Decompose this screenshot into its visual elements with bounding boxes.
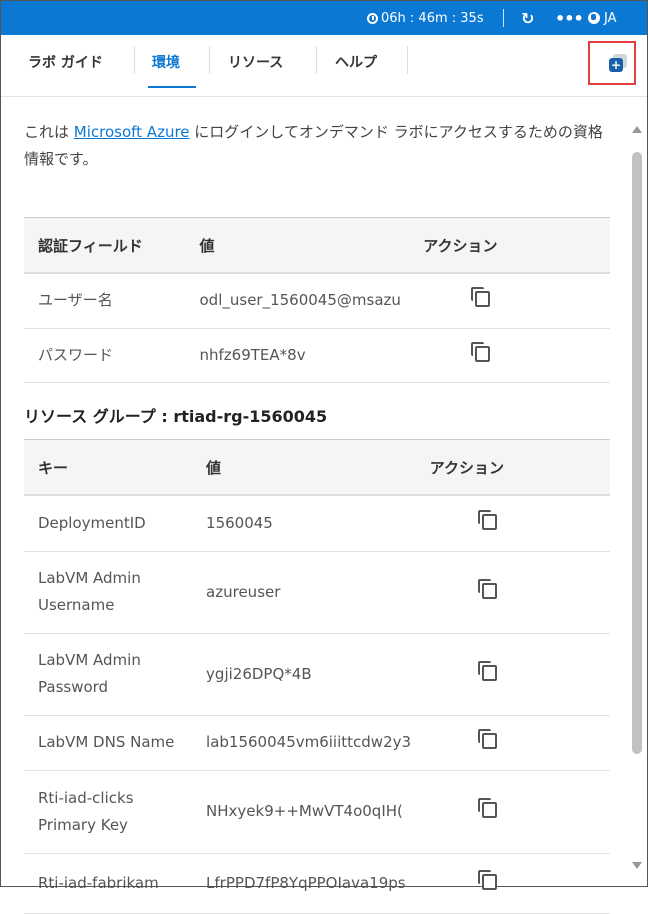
scroll-down-arrow[interactable] xyxy=(632,862,642,869)
table-header-row: 認証フィールド 値 アクション xyxy=(24,217,610,274)
azure-link[interactable]: Microsoft Azure xyxy=(74,123,190,141)
more-options-icon[interactable]: ••• xyxy=(555,1,584,35)
header-value: 値 xyxy=(192,439,416,496)
tab-divider xyxy=(134,46,135,74)
table-row: Rti-iad-fabrikam LfrPPD7fP8YqPPOIava19ps xyxy=(24,853,610,914)
copy-icon[interactable] xyxy=(471,287,491,308)
copy-icon[interactable] xyxy=(477,729,497,749)
scroll-up-arrow[interactable] xyxy=(632,126,642,133)
key-name: Rti-iad-fabrikam xyxy=(24,853,193,914)
table-row: LabVM Admin Password ygji26DPQ*4B xyxy=(24,633,610,716)
header-value: 値 xyxy=(185,217,410,274)
table-row: DeploymentID 1560045 xyxy=(24,495,610,552)
tab-divider xyxy=(407,46,408,74)
table-row: LabVM Admin Username azureuser xyxy=(24,551,610,634)
header-key: キー xyxy=(24,439,193,496)
resource-group-table: キー 値 アクション DeploymentID 1560045 LabVM Ad… xyxy=(24,439,610,914)
tab-divider xyxy=(316,46,317,74)
tab-divider xyxy=(209,46,210,74)
refresh-icon[interactable]: ↻ xyxy=(521,1,534,35)
tab-bar: ラボ ガイド 環境 リソース ヘルプ xyxy=(1,36,647,97)
clock-icon xyxy=(367,12,378,24)
key-name: DeploymentID xyxy=(24,495,193,552)
resource-group-title: リソース グループ : rtiad-rg-1560045 xyxy=(24,407,328,426)
table-row: ユーザー名 odl_user_1560045@msazu xyxy=(24,273,610,329)
tab-environment[interactable]: 環境 xyxy=(152,36,180,88)
table-row: Rti-iad-clicks Primary Key NHxyek9++MwVT… xyxy=(24,770,610,854)
field-name: パスワード xyxy=(24,328,186,383)
key-value: ygji26DPQ*4B xyxy=(206,664,312,683)
copy-icon[interactable] xyxy=(477,660,497,681)
key-name: LabVM Admin Username xyxy=(24,551,193,634)
field-name: ユーザー名 xyxy=(24,273,186,329)
field-value: odl_user_1560045@msazu xyxy=(199,291,401,310)
copy-icon[interactable] xyxy=(477,578,497,599)
table-row: パスワード nhfz69TEA*8v xyxy=(24,328,610,383)
scrollbar-thumb[interactable] xyxy=(632,152,642,754)
key-value: NHxyek9++MwVT4o0qIH( xyxy=(206,802,403,820)
key-name: LabVM DNS Name xyxy=(24,715,193,771)
credentials-table: 認証フィールド 値 アクション ユーザー名 odl_user_1560045@m… xyxy=(24,217,610,383)
tab-resources[interactable]: リソース xyxy=(228,36,283,88)
active-tab-indicator xyxy=(148,86,196,88)
copy-icon[interactable] xyxy=(477,869,497,890)
copy-icon[interactable] xyxy=(471,341,491,362)
table-row: LabVM DNS Name lab1560045vm6iiittcdw2y3 xyxy=(24,715,610,771)
timer-text: 06h : 46m : 35s xyxy=(381,10,484,26)
key-name: Rti-iad-clicks Primary Key xyxy=(24,770,193,854)
intro-before: これは xyxy=(24,123,74,141)
key-value: 1560045 xyxy=(206,513,273,532)
tab-lab-guide[interactable]: ラボ ガイド xyxy=(28,36,103,88)
header-field: 認証フィールド xyxy=(24,217,186,274)
key-value: LfrPPD7fP8YqPPOIava19ps xyxy=(206,873,406,892)
tab-help[interactable]: ヘルプ xyxy=(335,36,377,88)
intro-text: これは Microsoft Azure にログインしてオンデマンド ラボにアクセ… xyxy=(24,119,614,173)
lab-timer: 06h : 46m : 35s xyxy=(367,1,484,35)
language-selector[interactable]: JA xyxy=(588,1,617,35)
copy-icon[interactable] xyxy=(477,798,497,818)
topbar-divider xyxy=(503,9,504,27)
language-label: JA xyxy=(604,10,617,26)
popout-icon[interactable]: + xyxy=(609,58,623,72)
table-header-row: キー 値 アクション xyxy=(24,439,610,496)
key-value: azureuser xyxy=(206,582,281,601)
header-action: アクション xyxy=(415,439,610,496)
key-name: LabVM Admin Password xyxy=(24,633,193,716)
copy-icon[interactable] xyxy=(477,509,497,530)
top-bar: 06h : 46m : 35s ↻ ••• JA xyxy=(1,1,647,35)
field-value: nhfz69TEA*8v xyxy=(199,345,306,364)
globe-icon xyxy=(588,12,600,24)
header-action: アクション xyxy=(409,217,610,274)
key-value: lab1560045vm6iiittcdw2y3 xyxy=(206,733,412,751)
